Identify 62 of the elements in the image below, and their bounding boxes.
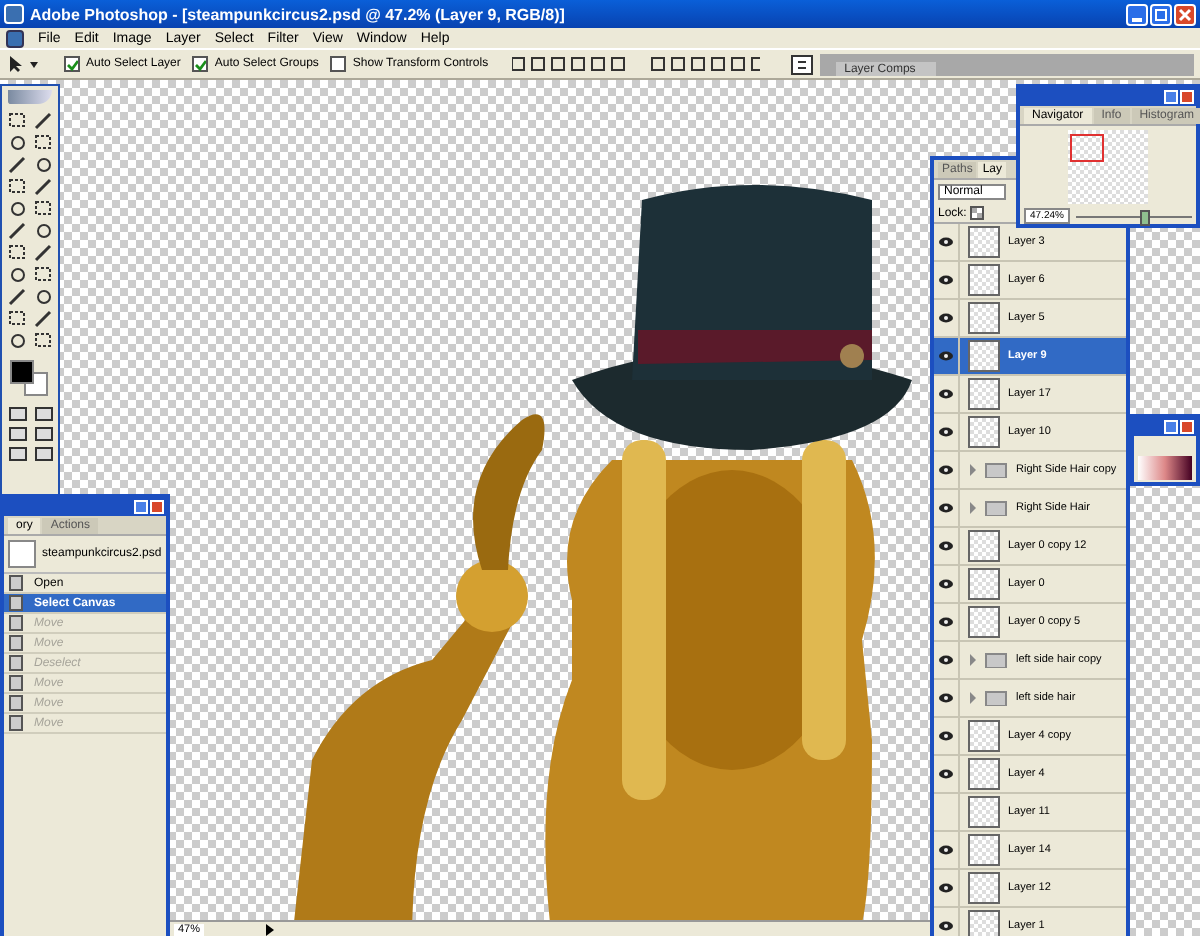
minimize-button[interactable]: [1164, 90, 1178, 104]
minimize-button[interactable]: [1126, 3, 1148, 25]
layer-thumbnail: [968, 606, 1000, 638]
eye-icon[interactable]: [938, 882, 954, 894]
foreground-color-swatch[interactable]: [10, 360, 34, 384]
eye-icon[interactable]: [938, 502, 954, 514]
align-icons-drawing[interactable]: [512, 54, 761, 74]
close-button[interactable]: [1180, 420, 1194, 434]
eye-icon[interactable]: [938, 692, 954, 704]
snapshot-thumbnail: [8, 540, 36, 568]
eye-icon[interactable]: [938, 540, 954, 552]
restore-icon: [1154, 7, 1168, 21]
eye-icon[interactable]: [938, 464, 954, 476]
close-button[interactable]: [1174, 3, 1196, 25]
maximize-button[interactable]: [1150, 3, 1172, 25]
layer-thumbnail: [968, 758, 1000, 790]
folder-icon[interactable]: [968, 690, 1008, 706]
eye-icon[interactable]: [938, 312, 954, 324]
close-button[interactable]: [150, 500, 164, 514]
layer-thumbnail: [968, 872, 1000, 904]
play-icon[interactable]: [264, 923, 277, 935]
layer-thumbnail: [968, 226, 1000, 258]
minimize-button[interactable]: [134, 500, 148, 514]
folder-icon[interactable]: [968, 462, 1008, 478]
eye-icon[interactable]: [938, 730, 954, 742]
folder-icon[interactable]: [968, 652, 1008, 668]
layer-thumbnail: [968, 416, 1000, 448]
folder-icon[interactable]: [968, 500, 1008, 516]
layer-thumbnail: [968, 910, 1000, 936]
layer-thumbnail: [968, 568, 1000, 600]
window-title: Adobe Photoshop - [steampunkcircus2.psd @ 47.2% (Layer 9, RGB/8)]: [30, 5, 567, 23]
layer-thumbnail: [968, 264, 1000, 296]
layer-thumbnail: [968, 720, 1000, 752]
zoom-slider-thumb[interactable]: [1139, 209, 1150, 225]
close-icon: [1178, 7, 1192, 21]
eye-icon[interactable]: [938, 654, 954, 666]
layer-thumbnail: [968, 378, 1000, 410]
eye-icon[interactable]: [938, 578, 954, 590]
palette-icon[interactable]: [790, 52, 815, 76]
close-button[interactable]: [1180, 90, 1194, 104]
eye-icon[interactable]: [938, 350, 954, 362]
layer-thumbnail: [968, 302, 1000, 334]
checkbox[interactable]: [64, 56, 80, 72]
checkerboard-icon[interactable]: [970, 206, 985, 220]
view-rectangle[interactable]: [1070, 134, 1104, 162]
layer-thumbnail: [968, 530, 1000, 562]
layer-thumbnail: [968, 340, 1000, 372]
minimize-button[interactable]: [1164, 420, 1178, 434]
eye-icon[interactable]: [938, 388, 954, 400]
eye-icon[interactable]: [938, 274, 954, 286]
layer-thumbnail: [968, 834, 1000, 866]
eye-icon[interactable]: [938, 236, 954, 248]
move-tool-icon[interactable]: [6, 54, 42, 74]
layer-thumbnail: [968, 796, 1000, 828]
eye-icon[interactable]: [938, 616, 954, 628]
eye-icon[interactable]: [938, 920, 954, 932]
checkbox[interactable]: [192, 56, 209, 72]
eye-icon[interactable]: [938, 768, 954, 780]
color-ramp[interactable]: [1138, 456, 1192, 480]
eye-icon[interactable]: [938, 426, 954, 438]
checkbox[interactable]: [330, 56, 347, 72]
eye-icon[interactable]: [938, 844, 954, 856]
